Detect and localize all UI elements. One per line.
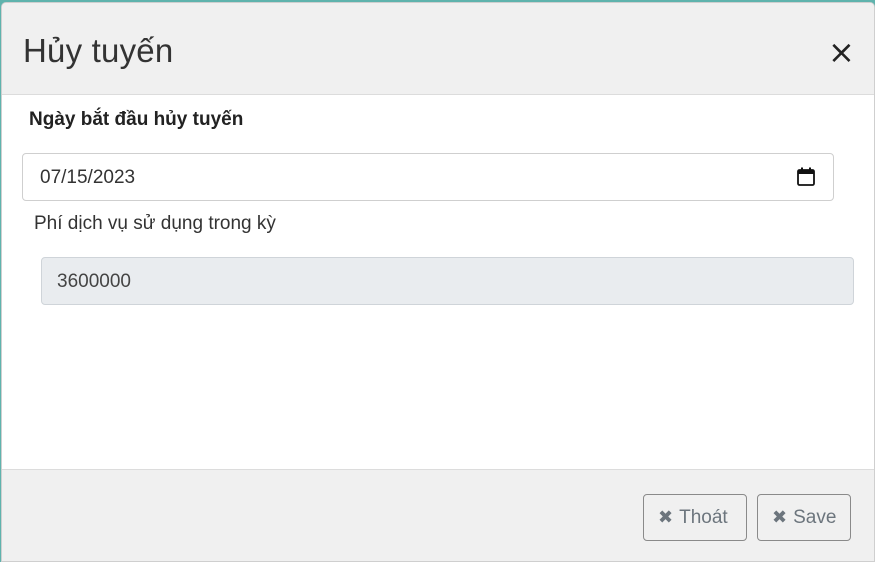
- start-date-input[interactable]: 07/15/2023: [22, 153, 834, 201]
- start-date-label: Ngày bắt đầu hủy tuyến: [29, 109, 244, 130]
- times-icon: ✖: [658, 507, 674, 528]
- save-button[interactable]: ✖ Save: [757, 494, 851, 541]
- cancel-route-modal: Hủy tuyến × Ngày bắt đầu hủy tuyến 07/15…: [1, 2, 875, 562]
- save-button-label: Save: [793, 506, 837, 528]
- close-icon[interactable]: ×: [828, 36, 855, 68]
- modal-footer: ✖ Thoát ✖ Save: [2, 469, 874, 561]
- fee-value: 3600000: [57, 271, 131, 292]
- calendar-icon[interactable]: [797, 167, 815, 186]
- fee-label: Phí dịch vụ sử dụng trong kỳ: [34, 213, 276, 234]
- modal-title: Hủy tuyến: [23, 32, 174, 69]
- modal-body: Ngày bắt đầu hủy tuyến 07/15/2023 Phí dị…: [2, 95, 874, 469]
- fee-input: 3600000: [41, 257, 854, 305]
- modal-header: Hủy tuyến ×: [2, 3, 874, 95]
- start-date-value: 07/15/2023: [40, 167, 136, 188]
- exit-button[interactable]: ✖ Thoát: [643, 494, 747, 541]
- exit-button-label: Thoát: [679, 506, 728, 528]
- times-icon: ✖: [772, 507, 788, 528]
